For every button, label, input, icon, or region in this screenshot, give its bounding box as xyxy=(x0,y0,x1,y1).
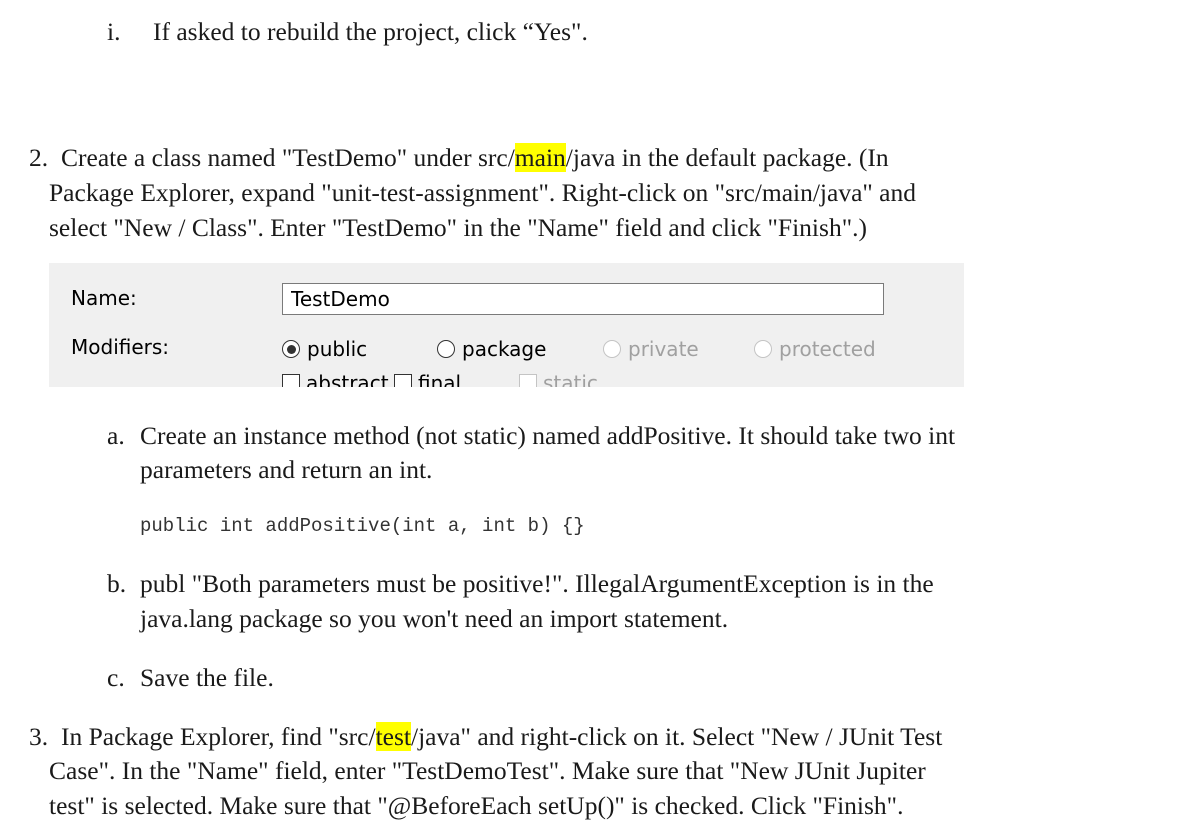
list-marker: i. xyxy=(107,17,121,46)
text-segment: /java in the default package. (In xyxy=(565,143,889,172)
highlighted-word: main xyxy=(514,143,566,172)
radio-selected-icon xyxy=(282,340,300,358)
instruction-line: Case". In the "Name" field, enter "TestD… xyxy=(49,756,926,785)
instruction-line: In Package Explorer, find "src/test/java… xyxy=(61,719,942,754)
radio-public[interactable]: public xyxy=(282,337,367,361)
radio-unselected-icon xyxy=(437,340,455,358)
radio-label: private xyxy=(628,337,699,361)
radio-package[interactable]: package xyxy=(437,337,546,361)
name-label: Name: xyxy=(71,286,137,310)
instruction-line: Create an instance method (not static) n… xyxy=(140,421,956,450)
instruction-line: select "New / Class". Enter "TestDemo" i… xyxy=(49,213,867,242)
checkbox-icon xyxy=(394,374,412,387)
list-marker: 2. xyxy=(29,143,49,172)
radio-label: package xyxy=(462,337,547,361)
code-snippet: public int addPositive(int a, int b) {} xyxy=(140,515,585,537)
checkbox-icon xyxy=(519,374,537,387)
highlighted-word: test xyxy=(375,722,411,751)
new-class-dialog-excerpt: Name: Modifiers: public package private … xyxy=(49,263,964,387)
instruction-line: Save the file. xyxy=(140,663,274,692)
checkbox-static: static xyxy=(519,371,598,387)
checkbox-final[interactable]: final xyxy=(394,371,461,387)
text-segment: /java" and right-click on it. Select "Ne… xyxy=(411,722,943,751)
checkbox-abstract[interactable]: abstract xyxy=(282,371,389,387)
instruction-line: test" is selected. Make sure that "@Befo… xyxy=(49,791,904,820)
list-marker: a. xyxy=(107,421,125,450)
checkbox-label: abstract xyxy=(306,371,389,387)
instruction-line: publ "Both parameters must be positive!"… xyxy=(140,569,934,598)
checkbox-label: final xyxy=(418,371,462,387)
text-segment: In Package Explorer, find "src/ xyxy=(61,722,376,751)
instruction-line: Package Explorer, expand "unit-test-assi… xyxy=(49,178,916,207)
instruction-line: parameters and return an int. xyxy=(140,455,433,484)
radio-label: public xyxy=(307,337,368,361)
list-marker: 3. xyxy=(29,722,49,751)
list-marker: c. xyxy=(107,663,125,692)
radio-label: protected xyxy=(779,337,876,361)
instruction-line: Create a class named "TestDemo" under sr… xyxy=(61,140,889,175)
checkbox-icon xyxy=(282,374,300,387)
instruction-line: java.lang package so you won't need an i… xyxy=(140,604,729,633)
instruction-text: If asked to rebuild the project, click “… xyxy=(153,17,588,46)
text-segment: Create a class named "TestDemo" under sr… xyxy=(61,143,515,172)
modifiers-label: Modifiers: xyxy=(71,335,170,359)
list-marker: b. xyxy=(107,569,127,598)
radio-private: private xyxy=(603,337,699,361)
radio-unselected-icon xyxy=(754,340,772,358)
radio-unselected-icon xyxy=(603,340,621,358)
name-input[interactable] xyxy=(282,283,884,315)
radio-protected: protected xyxy=(754,337,876,361)
checkbox-label: static xyxy=(543,371,598,387)
